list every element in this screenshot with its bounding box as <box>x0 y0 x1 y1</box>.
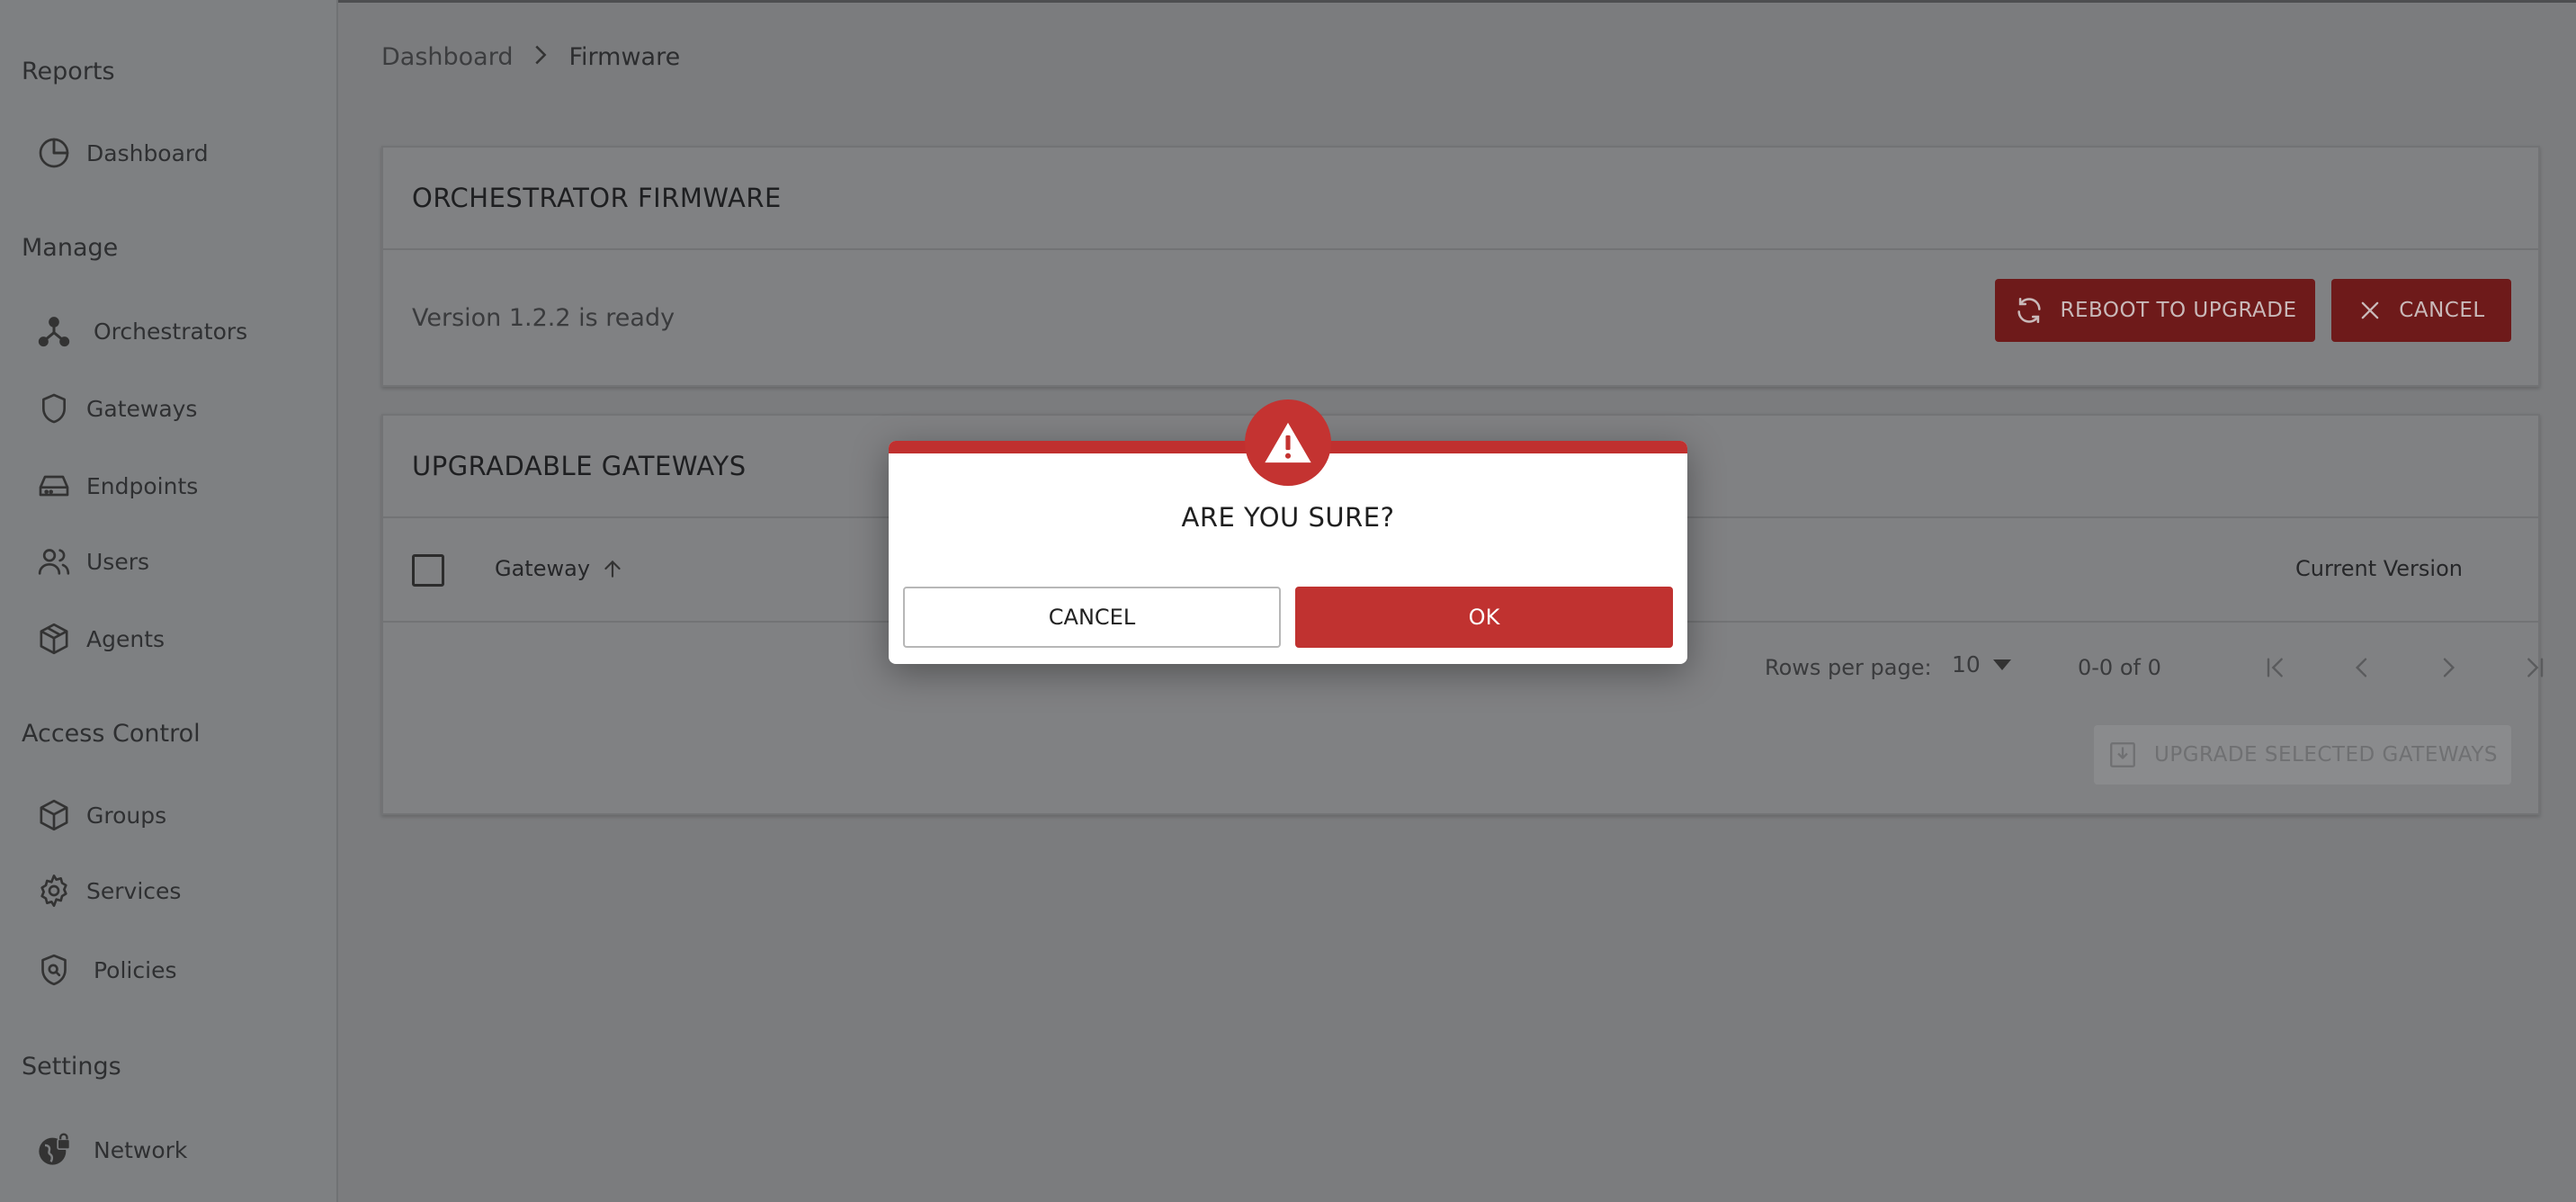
sidebar-item-network[interactable]: Network <box>36 1123 324 1177</box>
hard-drive-icon <box>39 475 69 497</box>
orchestrator-firmware-card: ORCHESTRATOR FIRMWARE Version 1.2.2 is r… <box>381 146 2540 387</box>
rows-per-page-label: Rows per page: <box>1765 655 1932 680</box>
sidebar-item-groups[interactable]: Groups <box>36 788 324 842</box>
last-page-button[interactable] <box>2513 646 2556 689</box>
sidebar: Reports Dashboard Manage Orchestrators G… <box>0 0 338 1202</box>
upgrade-selected-gateways-button[interactable]: UPGRADE SELECTED GATEWAYS <box>2094 725 2511 785</box>
arrow-up-icon <box>604 560 621 578</box>
sidebar-item-gateways[interactable]: Gateways <box>36 381 324 435</box>
package-icon <box>40 623 68 655</box>
sidebar-item-label: Users <box>86 548 150 575</box>
dialog-ok-button[interactable]: OK <box>1295 587 1673 648</box>
select-all-checkbox[interactable] <box>412 554 444 587</box>
sidebar-item-users[interactable]: Users <box>36 534 324 588</box>
section-access-control: Access Control <box>22 720 201 748</box>
column-header-gateway[interactable]: Gateway <box>495 556 624 581</box>
close-icon <box>2361 301 2379 319</box>
section-settings: Settings <box>22 1053 121 1081</box>
pie-chart-icon <box>39 138 69 168</box>
confirm-dialog: ARE YOU SURE? CANCEL OK <box>889 399 1687 664</box>
firmware-status: Version 1.2.2 is ready <box>412 303 675 332</box>
section-manage: Manage <box>22 234 119 262</box>
first-page-icon <box>2267 658 2283 677</box>
sidebar-item-agents[interactable]: Agents <box>36 612 324 666</box>
column-label: Gateway <box>495 556 591 581</box>
box-icon <box>40 799 68 831</box>
upgrade-label: UPGRADE SELECTED GATEWAYS <box>2154 743 2498 767</box>
next-page-button[interactable] <box>2427 646 2470 689</box>
sidebar-item-services[interactable]: Services <box>36 864 324 918</box>
card-title: ORCHESTRATOR FIRMWARE <box>383 148 2538 250</box>
section-reports: Reports <box>22 58 115 85</box>
sidebar-item-dashboard[interactable]: Dashboard <box>36 126 324 180</box>
sidebar-item-policies[interactable]: Policies <box>36 943 324 997</box>
sidebar-item-label: Orchestrators <box>94 318 248 345</box>
cancel-label: CANCEL <box>2399 299 2485 322</box>
refresh-icon <box>2017 297 2041 324</box>
rows-per-page-value: 10 <box>1952 651 1981 677</box>
sidebar-item-label: Agents <box>86 625 165 652</box>
gear-icon <box>40 875 67 907</box>
breadcrumb-dashboard-link[interactable]: Dashboard <box>381 43 513 71</box>
app-root: Reports Dashboard Manage Orchestrators G… <box>0 0 2576 1202</box>
chevron-right-icon <box>532 44 549 71</box>
globe-lock-icon <box>39 1133 71 1165</box>
rows-per-page-select[interactable]: 10 <box>1952 651 2011 677</box>
sidebar-item-orchestrators[interactable]: Orchestrators <box>36 304 324 358</box>
sidebar-item-label: Network <box>94 1136 188 1163</box>
breadcrumb-current: Firmware <box>568 43 681 71</box>
dialog-cancel-button[interactable]: CANCEL <box>903 587 1281 648</box>
warning-icon <box>1245 399 1331 486</box>
shield-icon <box>42 393 66 424</box>
column-header-current-version[interactable]: Current Version <box>2295 556 2463 581</box>
first-page-button[interactable] <box>2254 646 2297 689</box>
caret-down-icon <box>1992 659 2011 670</box>
firmware-body: Version 1.2.2 is ready REBOOT TO UPGRADE… <box>383 250 2538 385</box>
pagination-range: 0-0 of 0 <box>2078 655 2161 680</box>
download-icon <box>2110 742 2135 767</box>
sidebar-item-label: Endpoints <box>86 472 199 499</box>
breadcrumb: Dashboard Firmware <box>381 43 680 71</box>
sidebar-item-endpoints[interactable]: Endpoints <box>36 459 324 513</box>
users-icon <box>38 549 70 575</box>
cancel-firmware-button[interactable]: CANCEL <box>2331 279 2511 342</box>
sidebar-item-label: Policies <box>94 956 177 983</box>
shield-search-icon <box>41 954 67 986</box>
upgrade-row: UPGRADE SELECTED GATEWAYS <box>383 714 2538 813</box>
sidebar-item-label: Dashboard <box>86 139 209 166</box>
sidebar-item-label: Gateways <box>86 395 198 422</box>
previous-page-button[interactable] <box>2340 646 2384 689</box>
chevron-right-icon <box>2443 658 2455 677</box>
sidebar-item-label: Groups <box>86 802 167 829</box>
sidebar-item-label: Services <box>86 877 182 904</box>
reboot-to-upgrade-button[interactable]: REBOOT TO UPGRADE <box>1995 279 2315 342</box>
dialog-title: ARE YOU SURE? <box>1181 502 1395 533</box>
chevron-left-icon <box>2355 658 2367 677</box>
last-page-icon <box>2527 658 2544 677</box>
reboot-label: REBOOT TO UPGRADE <box>2060 299 2297 322</box>
hub-icon <box>38 317 70 347</box>
